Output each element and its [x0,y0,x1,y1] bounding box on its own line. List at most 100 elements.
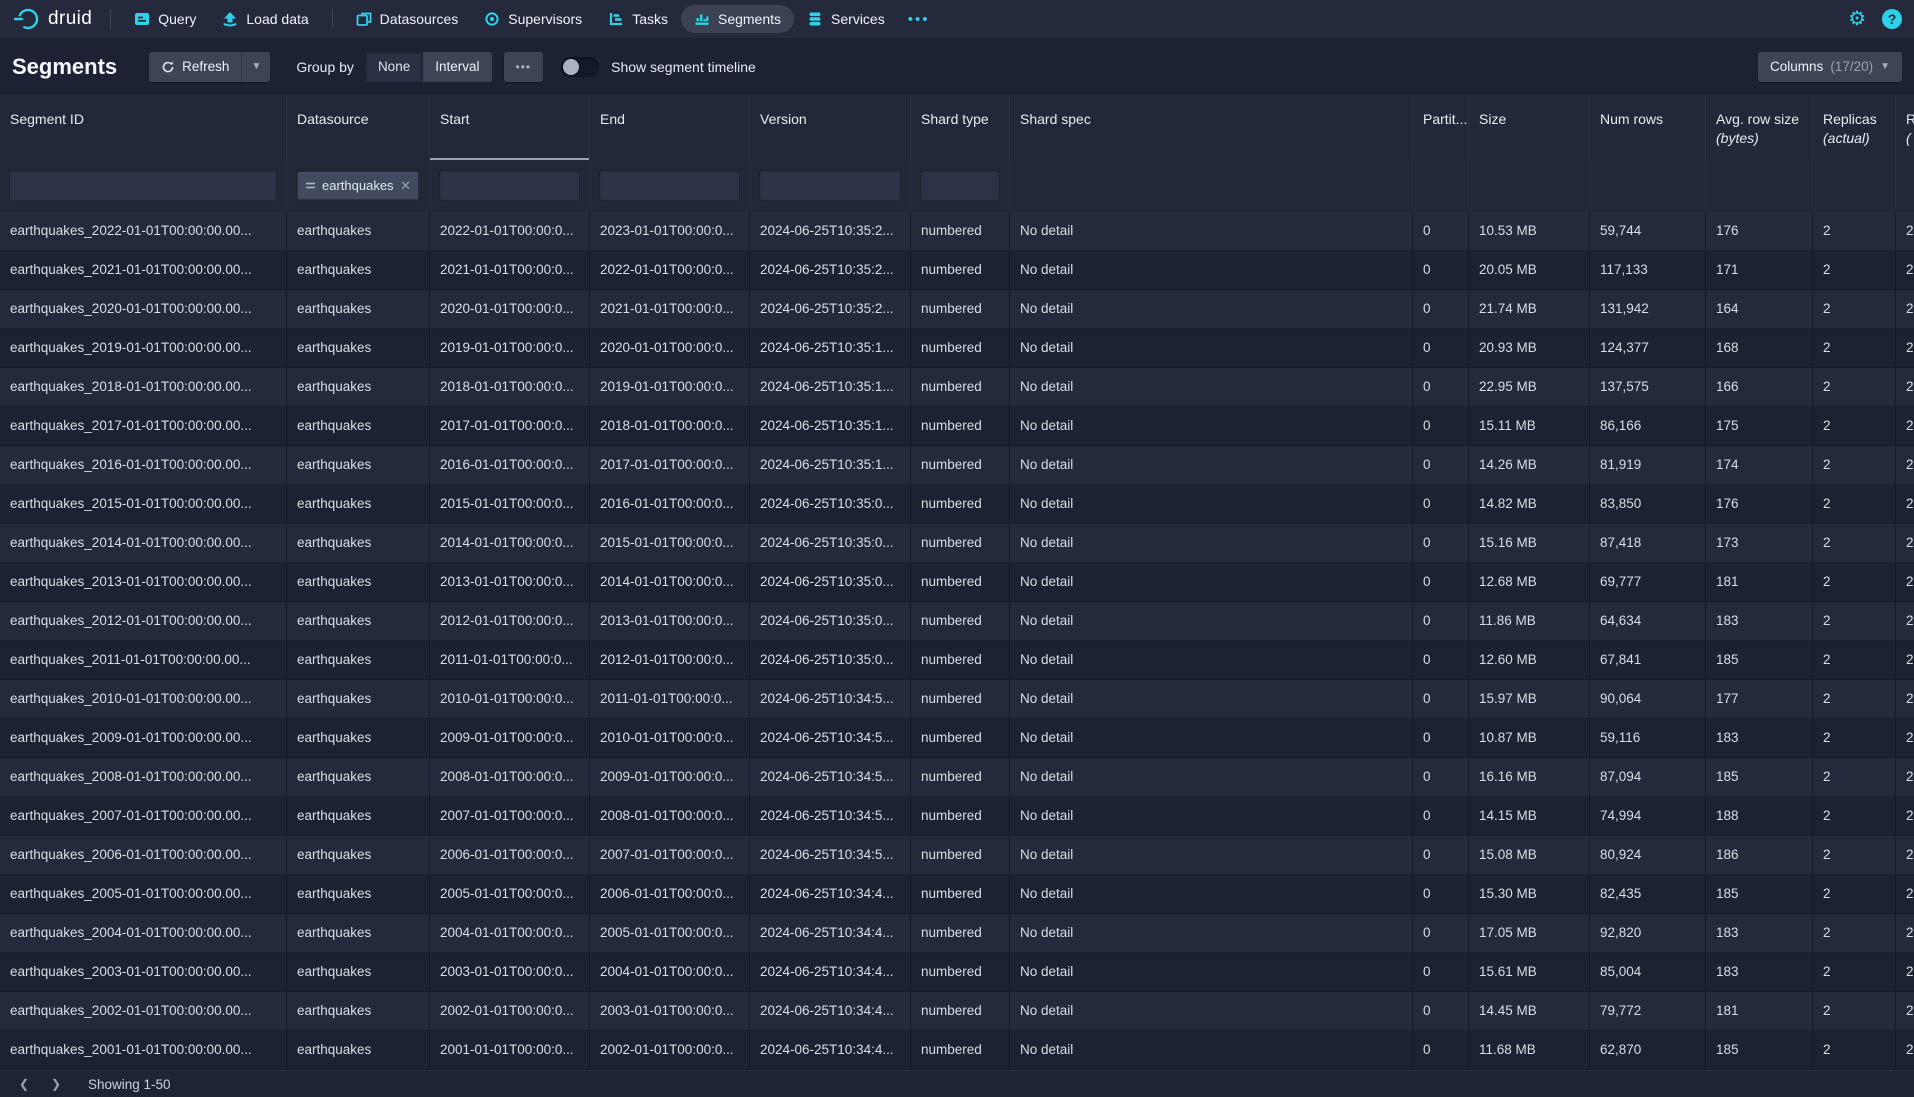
cell-shard-spec[interactable]: No detail [1010,719,1413,758]
cell-replicas[interactable]: 2 [1813,992,1896,1031]
cell-partition[interactable]: 0 [1413,329,1469,368]
cell-datasource[interactable]: earthquakes [287,485,430,524]
cell-replicas[interactable]: 2 [1813,368,1896,407]
cell-version[interactable]: 2024-06-25T10:35:2... [750,290,911,329]
cell-avg-row-size[interactable]: 185 [1706,641,1813,680]
cell-replicas[interactable]: 2 [1813,797,1896,836]
cell-start[interactable]: 2009-01-01T00:00:0... [430,719,590,758]
cell-avg-row-size[interactable]: 185 [1706,1031,1813,1070]
cell-datasource[interactable]: earthquakes [287,602,430,641]
col-header-partition[interactable]: Partit... [1413,95,1469,160]
end-filter-input[interactable] [599,170,740,201]
col-header-avg-row-size[interactable]: Avg. row size(bytes) [1706,95,1813,160]
start-filter-input[interactable] [439,170,580,201]
cell-num-rows[interactable]: 82,435 [1590,875,1706,914]
cell-replicas[interactable]: 2 [1813,212,1896,251]
cell-segment-id[interactable]: earthquakes_2001-01-01T00:00:00.00... [0,1031,287,1070]
cell-segment-id[interactable]: earthquakes_2021-01-01T00:00:00.00... [0,251,287,290]
cell-avg-row-size[interactable]: 171 [1706,251,1813,290]
cell-size[interactable]: 14.82 MB [1469,485,1590,524]
cell-size[interactable]: 14.26 MB [1469,446,1590,485]
cell-size[interactable]: 14.45 MB [1469,992,1590,1031]
cell-version[interactable]: 2024-06-25T10:34:4... [750,992,911,1031]
cell-shard-type[interactable]: numbered [911,290,1010,329]
cell-end[interactable]: 2010-01-01T00:00:0... [590,719,750,758]
cell-replication-factor[interactable]: 2 [1896,992,1914,1031]
cell-partition[interactable]: 0 [1413,719,1469,758]
cell-partition[interactable]: 0 [1413,212,1469,251]
cell-start[interactable]: 2015-01-01T00:00:0... [430,485,590,524]
cell-replicas[interactable]: 2 [1813,758,1896,797]
cell-size[interactable]: 15.30 MB [1469,875,1590,914]
cell-version[interactable]: 2024-06-25T10:34:4... [750,914,911,953]
cell-partition[interactable]: 0 [1413,914,1469,953]
cell-replication-factor[interactable]: 2 [1896,719,1914,758]
cell-segment-id[interactable]: earthquakes_2008-01-01T00:00:00.00... [0,758,287,797]
cell-start[interactable]: 2003-01-01T00:00:0... [430,953,590,992]
cell-avg-row-size[interactable]: 174 [1706,446,1813,485]
datasource-filter-input[interactable]: earthquakes ✕ [296,170,420,201]
cell-end[interactable]: 2019-01-01T00:00:0... [590,368,750,407]
cell-num-rows[interactable]: 59,116 [1590,719,1706,758]
cell-shard-spec[interactable]: No detail [1010,407,1413,446]
cell-segment-id[interactable]: earthquakes_2013-01-01T00:00:00.00... [0,563,287,602]
cell-end[interactable]: 2003-01-01T00:00:0... [590,992,750,1031]
cell-segment-id[interactable]: earthquakes_2006-01-01T00:00:00.00... [0,836,287,875]
cell-avg-row-size[interactable]: 176 [1706,212,1813,251]
cell-partition[interactable]: 0 [1413,992,1469,1031]
cell-size[interactable]: 15.61 MB [1469,953,1590,992]
help-icon[interactable]: ? [1882,9,1902,29]
cell-end[interactable]: 2012-01-01T00:00:0... [590,641,750,680]
col-header-start[interactable]: Start [430,95,590,160]
cell-segment-id[interactable]: earthquakes_2019-01-01T00:00:00.00... [0,329,287,368]
cell-avg-row-size[interactable]: 173 [1706,524,1813,563]
cell-shard-type[interactable]: numbered [911,407,1010,446]
cell-version[interactable]: 2024-06-25T10:34:5... [750,836,911,875]
cell-size[interactable]: 10.87 MB [1469,719,1590,758]
cell-num-rows[interactable]: 131,942 [1590,290,1706,329]
cell-replicas[interactable]: 2 [1813,836,1896,875]
cell-replicas[interactable]: 2 [1813,953,1896,992]
cell-shard-type[interactable]: numbered [911,836,1010,875]
cell-size[interactable]: 15.16 MB [1469,524,1590,563]
cell-segment-id[interactable]: earthquakes_2002-01-01T00:00:00.00... [0,992,287,1031]
col-header-shard-spec[interactable]: Shard spec [1010,95,1413,160]
cell-num-rows[interactable]: 86,166 [1590,407,1706,446]
cell-shard-spec[interactable]: No detail [1010,992,1413,1031]
cell-version[interactable]: 2024-06-25T10:34:4... [750,953,911,992]
cell-end[interactable]: 2009-01-01T00:00:0... [590,758,750,797]
cell-datasource[interactable]: earthquakes [287,641,430,680]
cell-shard-type[interactable]: numbered [911,251,1010,290]
cell-avg-row-size[interactable]: 183 [1706,953,1813,992]
cell-start[interactable]: 2012-01-01T00:00:0... [430,602,590,641]
cell-num-rows[interactable]: 92,820 [1590,914,1706,953]
cell-datasource[interactable]: earthquakes [287,836,430,875]
cell-shard-type[interactable]: numbered [911,212,1010,251]
cell-shard-spec[interactable]: No detail [1010,329,1413,368]
datasource-filter-chip[interactable]: earthquakes ✕ [298,172,418,199]
cell-shard-spec[interactable]: No detail [1010,524,1413,563]
cell-datasource[interactable]: earthquakes [287,797,430,836]
cell-shard-type[interactable]: numbered [911,485,1010,524]
cell-num-rows[interactable]: 137,575 [1590,368,1706,407]
cell-num-rows[interactable]: 74,994 [1590,797,1706,836]
cell-start[interactable]: 2017-01-01T00:00:0... [430,407,590,446]
cell-datasource[interactable]: earthquakes [287,368,430,407]
cell-end[interactable]: 2006-01-01T00:00:0... [590,875,750,914]
next-page-button[interactable]: ❯ [40,1072,72,1096]
col-header-datasource[interactable]: Datasource [287,95,430,160]
cell-partition[interactable]: 0 [1413,875,1469,914]
cell-replication-factor[interactable]: 2 [1896,524,1914,563]
col-header-size[interactable]: Size [1469,95,1590,160]
cell-segment-id[interactable]: earthquakes_2009-01-01T00:00:00.00... [0,719,287,758]
shard-type-filter-input[interactable] [920,170,1000,201]
cell-replication-factor[interactable]: 2 [1896,251,1914,290]
cell-replication-factor[interactable]: 2 [1896,368,1914,407]
cell-partition[interactable]: 0 [1413,485,1469,524]
columns-button[interactable]: Columns (17/20) ▼ [1758,52,1902,82]
cell-datasource[interactable]: earthquakes [287,524,430,563]
cell-avg-row-size[interactable]: 183 [1706,602,1813,641]
cell-replication-factor[interactable]: 2 [1896,875,1914,914]
cell-shard-type[interactable]: numbered [911,563,1010,602]
cell-avg-row-size[interactable]: 185 [1706,758,1813,797]
